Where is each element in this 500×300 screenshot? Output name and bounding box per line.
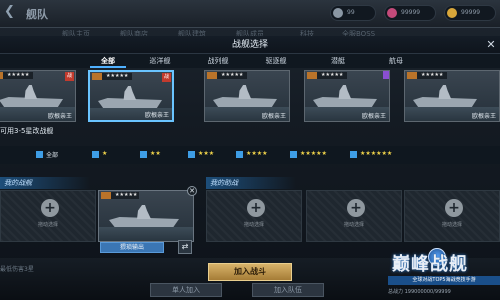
- slot-label: 拖动选择: [343, 222, 364, 228]
- role-button[interactable]: 猥琐输出: [100, 242, 164, 253]
- tab-destroyer[interactable]: 驱逐舰: [256, 54, 296, 68]
- resource-diamond[interactable]: 99999: [384, 5, 436, 21]
- resource-gold[interactable]: 99999: [444, 5, 496, 21]
- diamond-icon: [387, 8, 397, 18]
- filter-1star-label: ★: [102, 150, 108, 157]
- plus-icon: +: [347, 199, 365, 217]
- total-power: 总战力 199000000/99999: [388, 289, 451, 295]
- ship-card[interactable]: ★★★★★ 战 欧根亲王: [0, 70, 76, 122]
- plus-icon: +: [445, 199, 463, 217]
- ship-name: 欧根亲王: [471, 113, 496, 120]
- ship-tower-image: [24, 85, 38, 99]
- rank-badge: [207, 72, 217, 79]
- filter-6star-label: ★★★★★★: [360, 150, 393, 157]
- tab-battleship[interactable]: 战列舰: [198, 54, 238, 68]
- energy-icon: [333, 8, 343, 18]
- swap-icon[interactable]: ⇄: [178, 240, 192, 254]
- slot-label: 拖动选择: [441, 222, 462, 228]
- slot-label: 拖动选择: [37, 222, 58, 228]
- tab-carrier[interactable]: 航母: [376, 54, 416, 68]
- filter-2star-label: ★★: [150, 150, 161, 157]
- ship-card[interactable]: ★★★★★ 欧根亲王: [404, 70, 500, 122]
- join-battle-button[interactable]: 加入战斗: [208, 263, 292, 281]
- my-ship-slot-filled[interactable]: ★★★★★: [98, 190, 194, 242]
- my-help-header: 我的助战: [206, 177, 296, 189]
- status-badge: 战: [162, 73, 171, 82]
- rank-badge: [307, 72, 317, 79]
- my-ship-slot-empty[interactable]: + 拖动选择: [0, 190, 96, 242]
- back-arrow-icon[interactable]: ❮: [4, 4, 20, 20]
- ship-name: 欧根亲王: [47, 113, 72, 120]
- rarity-marker: [383, 71, 389, 79]
- ship-card-selected[interactable]: ★★★★★ 战 欧根亲王: [88, 70, 174, 122]
- active-tab-indicator: [90, 66, 126, 68]
- filter-3star-checkbox[interactable]: [188, 151, 195, 158]
- tab-submarine[interactable]: 潜艇: [318, 54, 358, 68]
- filter-2star-checkbox[interactable]: [140, 151, 147, 158]
- rank-badge: [92, 73, 102, 80]
- logo-title: 巅峰战舰: [392, 254, 468, 275]
- filter-3star-label: ★★★: [198, 150, 215, 157]
- rank-badge: [0, 72, 3, 79]
- ship-card[interactable]: ★★★★★ 欧根亲王: [204, 70, 290, 122]
- filter-5star-checkbox[interactable]: [290, 151, 297, 158]
- page-title: 舰队: [26, 8, 48, 21]
- help-slot-empty[interactable]: + 拖动选择: [404, 190, 500, 242]
- rank-badge: [101, 192, 111, 199]
- filter-all-checkbox[interactable]: [36, 151, 43, 158]
- star-rating: ★★★★★: [0, 72, 33, 79]
- ship-tower-image: [137, 205, 151, 219]
- filter-4star-checkbox[interactable]: [236, 151, 243, 158]
- filter-4star-label: ★★★★: [246, 150, 268, 157]
- filter-1star-checkbox[interactable]: [92, 151, 99, 158]
- help-slot-empty[interactable]: + 拖动选择: [306, 190, 402, 242]
- my-ships-header: 我的战舰: [0, 177, 90, 189]
- filter-6star-checkbox[interactable]: [350, 151, 357, 158]
- modal-title: 战舰选择: [0, 36, 500, 54]
- tab-cruiser[interactable]: 巡洋舰: [140, 54, 180, 68]
- filter-5star-label: ★★★★★: [300, 150, 327, 157]
- solo-join-button[interactable]: 单人加入: [150, 283, 222, 297]
- ship-tower-image: [438, 85, 452, 99]
- close-icon[interactable]: ✕: [484, 38, 498, 52]
- ship-card[interactable]: ★★★★★ 欧根亲王: [304, 70, 390, 122]
- filter-all-label: 全部: [46, 152, 59, 159]
- logo-subtitle: 全球对战TOP5海战竞技手游: [388, 276, 500, 285]
- resource-energy[interactable]: 99: [330, 5, 376, 21]
- ship-name: 欧根亲王: [261, 113, 286, 120]
- close-icon[interactable]: ✕: [187, 186, 197, 196]
- rank-badge: [407, 72, 417, 79]
- help-slot-empty[interactable]: + 拖动选择: [206, 190, 302, 242]
- slot-label: 拖动选择: [243, 222, 264, 228]
- hint-text: 可用3-5星改战舰: [0, 127, 54, 135]
- ship-tower-image: [238, 85, 252, 99]
- status-badge: 战: [65, 72, 74, 81]
- ship-tower-image: [123, 86, 137, 100]
- plus-icon: +: [41, 199, 59, 217]
- bottom-left-text: 最低伤害3星: [0, 266, 34, 273]
- plus-icon: +: [247, 199, 265, 217]
- ship-type-tabs: 全部 巡洋舰 战列舰 驱逐舰 潜艇 航母: [0, 54, 500, 68]
- ship-tower-image: [338, 85, 352, 99]
- team-join-button[interactable]: 加入队伍: [252, 283, 324, 297]
- ship-name: 欧根亲王: [144, 112, 169, 119]
- ship-name: 欧根亲王: [361, 113, 386, 120]
- gold-icon: [447, 8, 457, 18]
